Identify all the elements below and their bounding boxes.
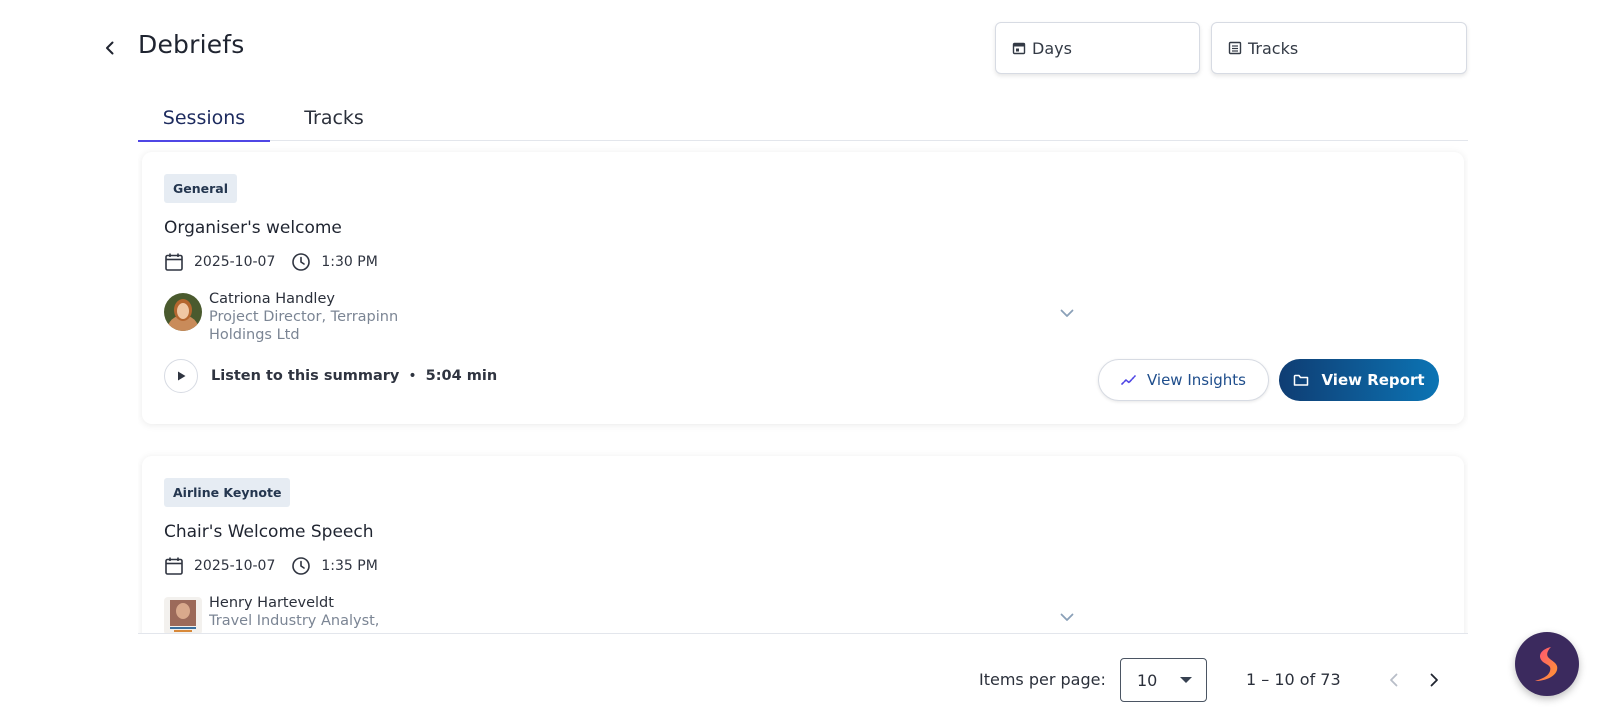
view-report-label: View Report [1321,371,1425,389]
session-date: 2025-10-07 [194,558,276,574]
debriefs-page: Debriefs Days Tracks Sessions Tracks Gen… [0,0,1600,714]
days-filter-label: Days [1032,38,1072,58]
speaker-role: Project Director, Terrapinn Holdings Ltd [209,309,399,343]
chevron-left-icon [106,41,114,55]
speaker-name: Catriona Handley [209,291,335,307]
previous-page-button[interactable] [1380,666,1408,694]
next-page-button[interactable] [1420,666,1448,694]
clock-icon [291,252,311,272]
tab-tracks[interactable]: Tracks [286,95,382,141]
session-title: Chair's Welcome Speech [164,522,374,542]
avatar [164,597,202,633]
items-per-page-value: 10 [1137,670,1158,690]
calendar-icon [164,556,184,576]
assistant-launcher-button[interactable] [1515,632,1579,696]
expand-speakers-button[interactable] [1056,606,1078,628]
session-meta: 2025-10-07 1:35 PM [164,556,394,576]
items-per-page-label: Items per page: [979,670,1106,689]
track-badge: General [164,174,237,203]
calendar-icon [164,252,184,272]
chevron-down-icon [1060,309,1074,317]
speaker: Catriona Handley Project Director, Terra… [164,290,409,344]
paginator: Items per page: 10 1 – 10 of 73 [0,658,1600,702]
speaker: Henry Harteveldt Travel Industry Analyst… [164,594,409,633]
session-date: 2025-10-07 [194,254,276,270]
session-title: Organiser's welcome [164,218,342,238]
tracks-filter-label: Tracks [1248,38,1299,58]
dropdown-caret-icon [1180,677,1192,683]
play-icon [178,371,186,381]
avatar [164,293,202,331]
days-filter[interactable]: Days [995,22,1200,74]
chevron-right-icon [1430,673,1438,687]
separator-dot: • [408,368,417,384]
session-list: General Organiser's welcome 2025-10-07 1… [138,142,1468,634]
tracks-filter[interactable]: Tracks [1211,22,1467,74]
speaker-role: Travel Industry Analyst, [209,613,380,629]
page-range-label: 1 – 10 of 73 [1246,670,1341,689]
track-badge: Airline Keynote [164,478,291,507]
chevron-down-icon [1060,613,1074,621]
tab-bar: Sessions Tracks [138,95,1468,142]
trending-up-icon [1121,375,1136,385]
view-report-button[interactable]: View Report [1279,359,1439,401]
clock-icon [291,556,311,576]
listen-label: Listen to this summary [211,368,400,384]
session-time: 1:30 PM [321,254,378,270]
calendar-icon [1012,42,1026,55]
view-insights-button[interactable]: View Insights [1098,359,1269,401]
speaker-name: Henry Harteveldt [209,595,334,611]
session-card: Airline Keynote Chair's Welcome Speech 2… [142,456,1464,633]
session-time: 1:35 PM [321,558,378,574]
tab-sessions[interactable]: Sessions [138,95,270,142]
session-meta: 2025-10-07 1:30 PM [164,252,394,272]
view-insights-label: View Insights [1146,371,1246,389]
audio-duration: 5:04 min [425,368,498,384]
brand-logo-icon [1535,647,1558,681]
session-card: General Organiser's welcome 2025-10-07 1… [142,152,1464,424]
audio-summary: Listen to this summary • 5:04 min [164,359,497,393]
items-per-page-select[interactable]: 10 [1120,658,1207,702]
back-button[interactable] [96,34,124,62]
play-button[interactable] [164,359,198,393]
chevron-left-icon [1390,673,1398,687]
folder-icon [1294,374,1309,386]
list-icon [1228,41,1242,55]
expand-speakers-button[interactable] [1056,302,1078,324]
page-title: Debriefs [138,30,245,59]
